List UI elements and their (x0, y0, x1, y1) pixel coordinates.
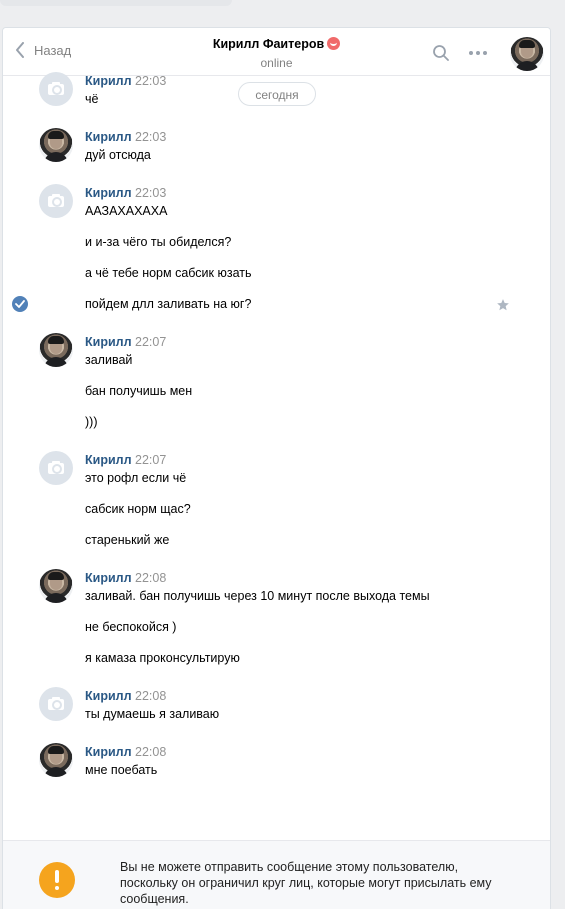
message-text: заливай. бан получишь через 10 минут пос… (85, 589, 430, 603)
message-text: бан получишь мен (85, 384, 193, 398)
more-dots-icon[interactable] (469, 51, 487, 55)
message-text: мне поебать (85, 763, 158, 777)
message-text: дуй отсюда (85, 148, 151, 162)
avatar[interactable] (39, 128, 73, 162)
message-time[interactable]: 22:03 (135, 74, 166, 88)
message-text: сабсик норм щас? (85, 502, 191, 516)
header-avatar[interactable] (510, 37, 544, 71)
peer-name: Кирилл Фаитеров (212, 37, 325, 51)
message-text: старенький же (85, 533, 170, 547)
message-text: это рофл если чё (85, 471, 187, 485)
avatar[interactable] (39, 72, 73, 106)
message-text: чё (85, 92, 99, 106)
notice-text: Вы не можете отправить сообщение этому п… (120, 860, 492, 906)
message-author[interactable]: Кирилл (85, 571, 132, 585)
message-time[interactable]: 22:08 (135, 689, 166, 703)
avatar[interactable] (39, 184, 73, 218)
message-text: и и-за чёго ты обиделся? (85, 235, 232, 249)
message-text: ))) (85, 415, 98, 429)
peer-name-row: Кирилл Фаитеров (3, 37, 550, 51)
avatar[interactable] (39, 569, 73, 603)
message-text: пойдем длл заливать на юг? (85, 297, 252, 311)
message-time[interactable]: 22:03 (135, 130, 166, 144)
message-text: не беспокойся ) (85, 620, 177, 634)
peer-info[interactable]: Кирилл Фаитеров online (3, 37, 550, 70)
avatar[interactable] (39, 333, 73, 367)
message-time[interactable]: 22:07 (135, 335, 166, 349)
peer-status: online (260, 56, 293, 70)
search-icon (433, 45, 449, 61)
message-author[interactable]: Кирилл (85, 453, 132, 467)
chat-header: Назад Кирилл Фаитеров online (3, 28, 550, 76)
message-author[interactable]: Кирилл (85, 74, 132, 88)
message-text: а чё тебе норм сабсик юзать (85, 266, 252, 280)
message-author[interactable]: Кирилл (85, 689, 132, 703)
top-bar-stub (0, 0, 232, 6)
exclamation-icon (39, 862, 75, 898)
avatar[interactable] (39, 743, 73, 777)
avatar[interactable] (39, 451, 73, 485)
chat-panel: Назад Кирилл Фаитеров online сегодня Кир… (2, 27, 551, 909)
compose-blocked-notice: Вы не можете отправить сообщение этому п… (3, 840, 550, 909)
message-text: заливай (85, 353, 133, 367)
message-author[interactable]: Кирилл (85, 186, 132, 200)
search-button[interactable] (433, 45, 449, 66)
avatar[interactable] (39, 687, 73, 721)
check-circle-icon[interactable] (12, 296, 28, 312)
message-text: ты думаешь я заливаю (85, 707, 220, 721)
star-icon[interactable] (496, 298, 510, 317)
message-author[interactable]: Кирилл (85, 745, 132, 759)
message-text: я камаза проконсультирую (85, 651, 240, 665)
message-author[interactable]: Кирилл (85, 130, 132, 144)
message-text: ААЗАХАХАХА (85, 204, 168, 218)
emoji-icon (327, 37, 341, 50)
message-time[interactable]: 22:08 (135, 571, 166, 585)
message-time[interactable]: 22:03 (135, 186, 166, 200)
message-time[interactable]: 22:07 (135, 453, 166, 467)
message-time[interactable]: 22:08 (135, 745, 166, 759)
date-separator: сегодня (238, 82, 316, 106)
message-author[interactable]: Кирилл (85, 335, 132, 349)
